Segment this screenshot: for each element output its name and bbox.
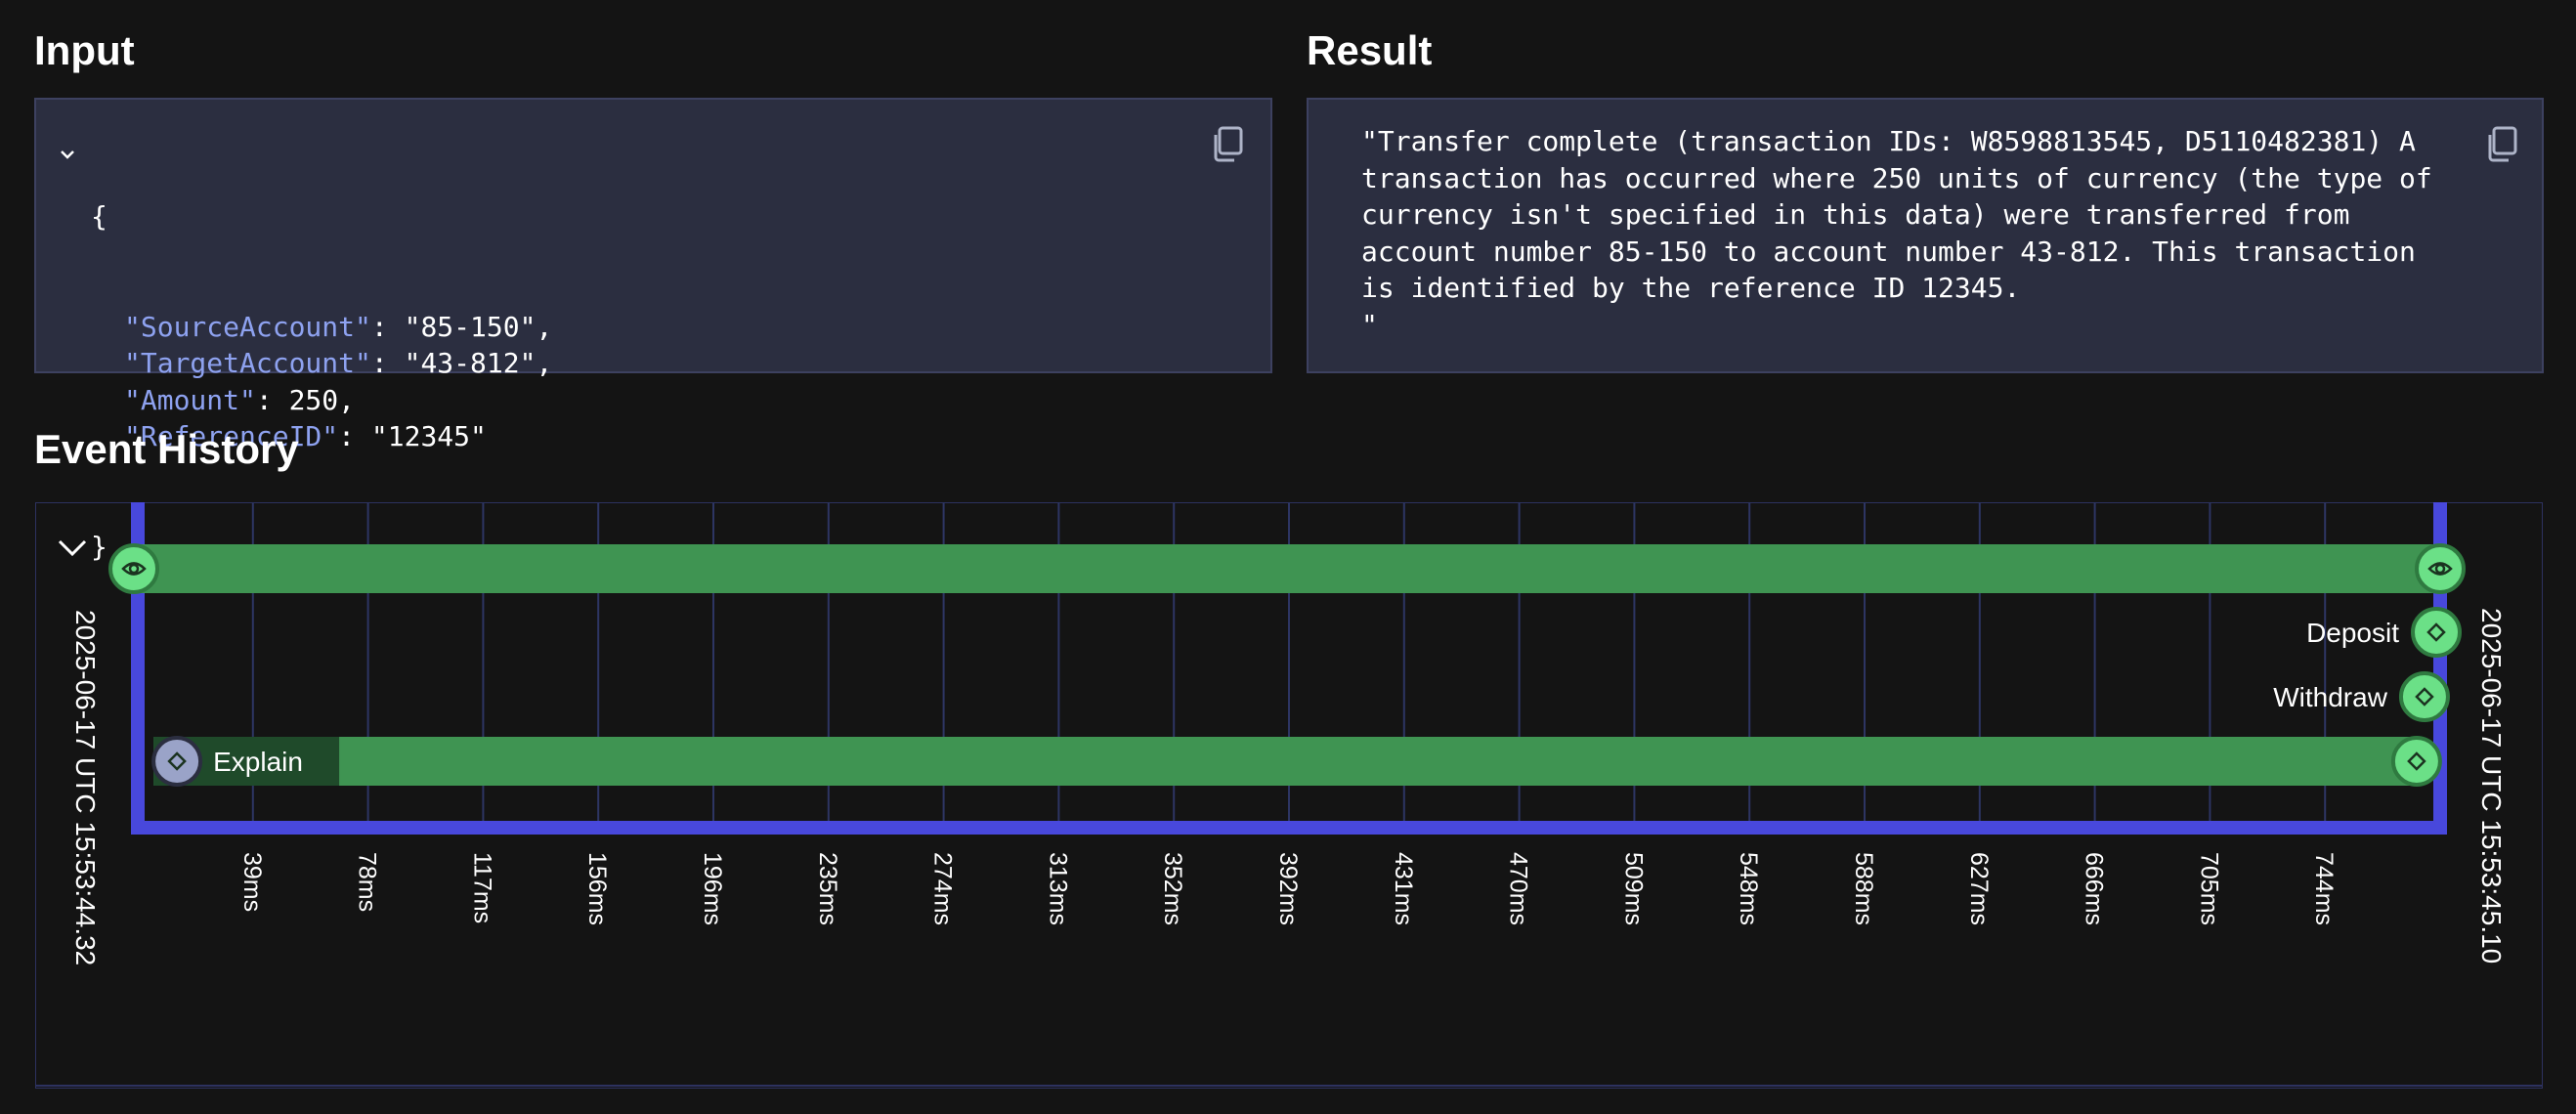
json-key: "Amount" — [124, 383, 256, 416]
result-text: "Transfer complete (transaction IDs: W85… — [1361, 125, 2432, 341]
copy-icon[interactable] — [1210, 125, 1245, 164]
tick-label: 627ms — [1965, 852, 1993, 925]
start-time-label: 2025-06-17 UTC 15:53:44.32 — [70, 610, 101, 965]
activity-label: Deposit — [2306, 618, 2399, 648]
tick-label: 431ms — [1390, 852, 1417, 925]
result-title: Result — [1307, 27, 1433, 73]
json-field: "Amount": 250, — [91, 382, 552, 419]
activity-node[interactable] — [2411, 607, 2462, 658]
tick-label: 705ms — [2195, 852, 2222, 925]
activity-bar[interactable] — [153, 737, 2417, 786]
json-separator: : — [338, 420, 371, 452]
input-panel: { "SourceAccount": "85-150", "TargetAccou… — [34, 98, 1272, 563]
tick-label: 666ms — [2081, 852, 2108, 925]
json-key: "SourceAccount" — [124, 310, 371, 343]
json-field: "TargetAccount": "43-812", — [91, 345, 552, 382]
event-timeline: Deposit Withdraw Explain 39ms 78ms 117ms 156m… — [35, 502, 2543, 1089]
diamond-icon[interactable] — [151, 736, 203, 787]
tick-label: 156ms — [583, 852, 611, 925]
json-key: "TargetAccount" — [124, 347, 371, 379]
event-history-title: Event History — [34, 426, 299, 472]
activity-node[interactable] — [2398, 671, 2450, 722]
tick-label: 588ms — [1850, 852, 1877, 925]
timeline-base — [131, 821, 2447, 835]
json-value: 250 — [288, 383, 339, 416]
input-title: Input — [34, 27, 135, 73]
end-time-label: 2025-06-17 UTC 15:53:45.10 — [2476, 608, 2507, 964]
workflow-node[interactable] — [108, 543, 159, 594]
tick-label: 274ms — [929, 852, 957, 925]
tick-label: 392ms — [1274, 852, 1302, 925]
json-open-brace: { — [91, 200, 107, 233]
json-separator: : — [370, 347, 405, 379]
tick-label: 117ms — [468, 852, 495, 923]
diamond-icon[interactable] — [2411, 607, 2462, 658]
activity-node[interactable] — [151, 736, 203, 787]
tick-label: 235ms — [814, 852, 841, 925]
tick-label: 548ms — [1735, 852, 1762, 925]
workflow-bar[interactable] — [138, 544, 2440, 593]
diamond-icon[interactable] — [2398, 671, 2450, 722]
section-divider — [35, 1085, 2543, 1087]
activity-node[interactable] — [2390, 736, 2442, 787]
json-separator: : — [370, 310, 405, 343]
json-value: "85-150" — [404, 310, 537, 343]
tick-label: 39ms — [238, 852, 266, 912]
eye-icon[interactable] — [2415, 543, 2466, 594]
json-trail: , — [536, 347, 553, 379]
tick-label: 509ms — [1619, 852, 1647, 925]
timeline-ticks: 39ms 78ms 117ms 156ms 196ms 235ms 274ms 313ms 35… — [238, 852, 2338, 925]
workflow-node[interactable] — [2415, 543, 2466, 594]
result-panel: "Transfer complete (transaction IDs: W85… — [1307, 98, 2544, 373]
tick-label: 470ms — [1505, 852, 1532, 925]
json-trail: , — [536, 310, 553, 343]
json-value: "43-812" — [404, 347, 537, 379]
tick-label: 196ms — [699, 852, 726, 925]
json-trail: , — [338, 383, 356, 416]
tick-label: 744ms — [2310, 852, 2338, 925]
activity-label: Withdraw — [2273, 682, 2387, 712]
copy-icon[interactable] — [2484, 125, 2519, 164]
activity-label: Explain — [213, 747, 303, 777]
tick-label: 313ms — [1044, 852, 1071, 925]
chevron-down-icon[interactable] — [58, 145, 77, 164]
tick-label: 352ms — [1159, 852, 1186, 925]
tick-label: 78ms — [354, 852, 381, 912]
json-value: "12345" — [370, 420, 487, 452]
json-field: "SourceAccount": "85-150", — [91, 309, 552, 346]
json-separator: : — [255, 383, 289, 416]
timeline-rows: Deposit Withdraw Explain — [108, 543, 2466, 787]
chevron-down-icon[interactable] — [58, 539, 87, 557]
diamond-icon[interactable] — [2390, 736, 2442, 787]
eye-icon[interactable] — [108, 543, 159, 594]
